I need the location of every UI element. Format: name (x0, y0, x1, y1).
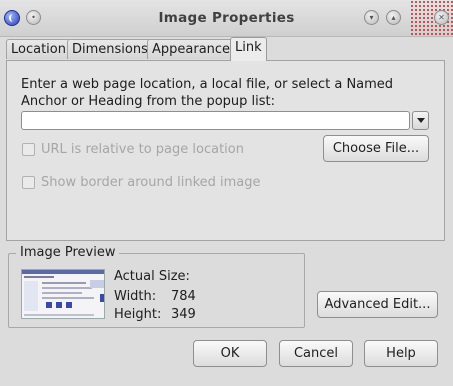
ok-button[interactable]: OK (193, 340, 267, 367)
cancel-button[interactable]: Cancel (279, 340, 353, 367)
close-icon[interactable]: ✕ (434, 10, 449, 25)
tab-appearance[interactable]: Appearance (147, 39, 236, 59)
link-instruction: Enter a web page location, a local file,… (21, 77, 394, 109)
show-border-label: Show border around linked image (41, 175, 261, 190)
height-value: 349 (171, 307, 196, 322)
actual-size-label: Actual Size: (114, 269, 190, 284)
tab-link[interactable]: Link (230, 37, 267, 61)
width-label: Width: (114, 289, 157, 304)
maximize-icon[interactable]: ▴ (386, 10, 401, 25)
choose-file-button[interactable]: Choose File... (323, 135, 429, 162)
width-value: 784 (171, 289, 196, 304)
relative-url-label: URL is relative to page location (41, 142, 244, 157)
help-button[interactable]: Help (364, 340, 438, 367)
chevron-down-icon (416, 118, 425, 123)
height-label: Height: (114, 307, 162, 322)
minimize-icon[interactable]: ▾ (364, 10, 379, 25)
url-input[interactable] (21, 111, 410, 130)
thumbnail-image (22, 270, 104, 318)
image-preview-thumbnail (21, 269, 105, 319)
anchor-dropdown-button[interactable] (412, 111, 429, 130)
advanced-edit-button[interactable]: Advanced Edit... (317, 291, 438, 318)
tab-location[interactable]: Location (6, 39, 71, 59)
relative-url-checkbox[interactable] (22, 143, 35, 156)
show-border-checkbox[interactable] (22, 176, 35, 189)
image-preview-legend: Image Preview (16, 245, 120, 260)
tab-dimensions[interactable]: Dimensions (67, 39, 153, 59)
